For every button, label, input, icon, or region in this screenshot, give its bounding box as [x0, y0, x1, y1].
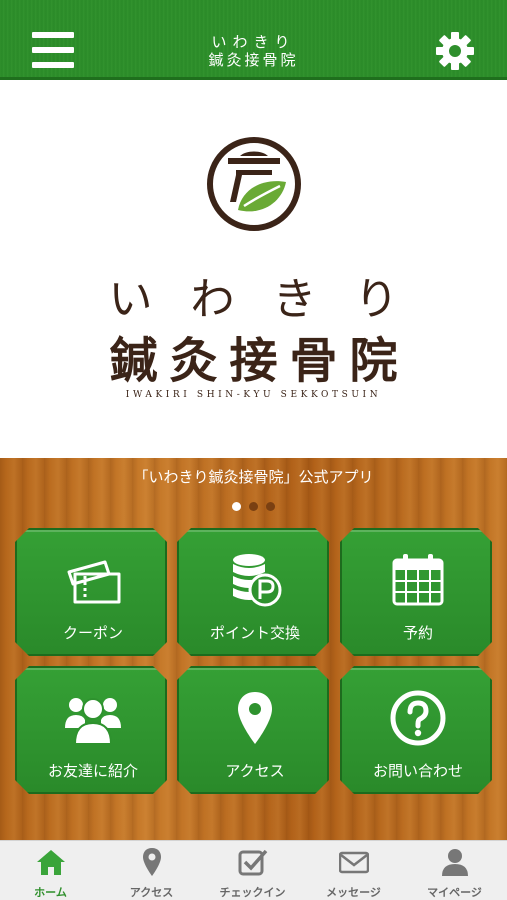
bottom-tab-bar: ホーム アクセス チェックイン メッセージ マイページ: [0, 840, 507, 900]
tab-home[interactable]: ホーム: [0, 841, 101, 900]
tile-label: ポイント交換: [209, 624, 300, 642]
tile-label: クーポン: [62, 624, 123, 642]
header-title: いわきり 鍼灸接骨院: [150, 34, 357, 70]
tile-label: お友達に紹介: [47, 762, 138, 780]
checkin-icon: [238, 849, 268, 876]
app-header: いわきり 鍼灸接骨院: [0, 0, 507, 80]
tab-label: アクセス: [129, 886, 174, 899]
tab-label: メッセージ: [326, 886, 381, 899]
tab-label: マイページ: [427, 886, 482, 899]
header-title-kana: いわきり: [211, 33, 296, 51]
leaf-emblem-icon: [207, 137, 301, 231]
ticket-icon: [67, 560, 121, 604]
calendar-icon: [392, 554, 444, 606]
coins-icon: [233, 554, 282, 607]
people-icon: [65, 698, 121, 745]
tile-label: お問い合わせ: [372, 762, 463, 780]
access-button[interactable]: アクセス: [177, 666, 329, 794]
tile-label: アクセス: [225, 762, 285, 780]
tab-access[interactable]: アクセス: [101, 841, 202, 900]
carousel-page-indicator[interactable]: [0, 496, 507, 515]
point-exchange-button[interactable]: ポイント交換: [177, 528, 329, 656]
menu-panel: 「いわきり鍼灸接骨院」公式アプリ クーポン ポイント交換 予約 お友達に紹介 ア…: [0, 458, 507, 840]
page-dot[interactable]: [249, 502, 258, 511]
hamburger-menu-icon[interactable]: [32, 32, 74, 68]
coupon-button[interactable]: クーポン: [15, 528, 167, 656]
map-pin-icon: [238, 692, 272, 744]
reservation-button[interactable]: 予約: [340, 528, 492, 656]
page-dot[interactable]: [266, 502, 275, 511]
tab-label: チェックイン: [219, 886, 286, 899]
user-icon: [442, 849, 468, 876]
brand-name-kana: いわきり: [108, 274, 437, 325]
tab-message[interactable]: メッセージ: [303, 841, 404, 900]
map-pin-icon: [143, 848, 161, 876]
header-title-kanji: 鍼灸接骨院: [208, 51, 299, 69]
gear-icon[interactable]: [434, 30, 476, 72]
brand-area: いわきり 鍼灸接骨院 IWAKIRI SHIN-KYU SEKKOTSUIN: [0, 83, 507, 458]
carousel-caption: 「いわきり鍼灸接骨院」公式アプリ: [133, 468, 374, 486]
tab-checkin[interactable]: チェックイン: [202, 841, 303, 900]
tab-mypage[interactable]: マイページ: [404, 841, 505, 900]
tab-label: ホーム: [34, 886, 67, 899]
brand-name-roman: IWAKIRI SHIN-KYU SEKKOTSUIN: [125, 390, 382, 400]
contact-button[interactable]: お問い合わせ: [340, 666, 492, 794]
page-dot[interactable]: [232, 502, 241, 511]
question-icon: [390, 690, 446, 746]
tile-label: 予約: [402, 624, 433, 642]
brand-name-kanji: 鍼灸接骨院: [109, 333, 410, 389]
home-icon: [37, 850, 65, 875]
refer-friend-button[interactable]: お友達に紹介: [15, 666, 167, 794]
envelope-icon: [339, 851, 369, 874]
